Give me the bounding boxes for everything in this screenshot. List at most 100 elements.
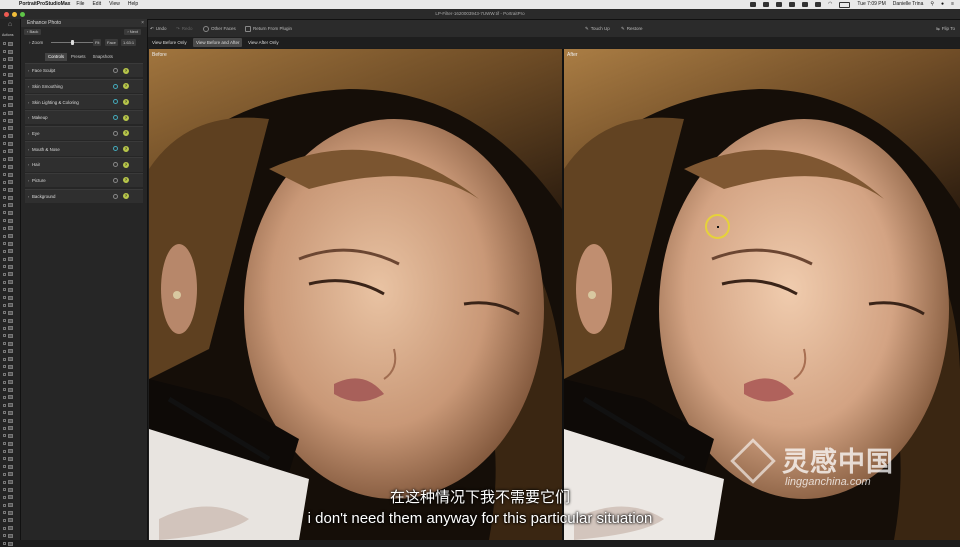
checkbox[interactable] [3,203,6,207]
action-row[interactable] [3,440,18,448]
checkbox[interactable] [3,342,6,346]
action-row[interactable] [3,71,18,79]
reset-icon[interactable] [113,68,118,73]
redo-button[interactable]: ↷ Redo [176,20,193,37]
action-row[interactable] [3,263,18,271]
tab-view-before-and-after[interactable]: View Before and After [193,38,243,47]
help-icon[interactable]: ? [123,67,129,74]
checkbox[interactable] [3,372,6,376]
checkbox[interactable] [3,296,6,300]
action-row[interactable] [3,132,18,140]
checkbox[interactable] [3,319,6,323]
touch-up-button[interactable]: ✎ Touch Up [585,20,610,37]
action-row[interactable] [3,309,18,317]
status-icon[interactable] [788,2,795,7]
checkbox[interactable] [3,480,6,484]
section-hair[interactable]: › Hair? [25,157,143,172]
status-icon[interactable] [775,2,782,7]
action-row[interactable] [3,225,18,233]
checkbox[interactable] [3,403,6,407]
checkbox[interactable] [3,157,6,161]
menu-file[interactable]: File [76,0,84,9]
clock[interactable]: Tue 7:09 PM [857,0,885,9]
checkbox[interactable] [3,326,6,330]
action-row[interactable] [3,163,18,171]
checkbox[interactable] [3,234,6,238]
zoom-slider-handle[interactable] [71,40,74,45]
action-row[interactable] [3,140,18,148]
section-face-sculpt[interactable]: › Face Sculpt? [25,63,143,78]
checkbox[interactable] [3,188,6,192]
close-panel-icon[interactable]: × [141,19,144,27]
checkbox[interactable] [3,357,6,361]
action-row[interactable] [3,117,18,125]
checkbox[interactable] [3,226,6,230]
checkbox[interactable] [3,111,6,115]
checkbox[interactable] [3,449,6,453]
action-row[interactable] [3,94,18,102]
action-row[interactable] [3,232,18,240]
reset-icon[interactable] [113,177,118,183]
help-icon[interactable]: ? [123,145,129,152]
tab-presets[interactable]: Presets [68,53,89,61]
checkbox[interactable] [3,457,6,461]
section-skin-smoothing[interactable]: › Skin Smoothing? [25,78,143,94]
action-row[interactable] [3,148,18,156]
action-row[interactable] [3,48,18,56]
checkbox[interactable] [3,334,6,338]
checkbox[interactable] [3,119,6,123]
action-row[interactable] [3,348,18,356]
action-row[interactable] [3,378,18,386]
reset-icon[interactable] [113,193,118,199]
tab-snapshots[interactable]: Snapshots [90,53,116,61]
action-row[interactable] [3,455,18,463]
action-row[interactable] [3,63,18,71]
action-row[interactable] [3,155,18,163]
action-row[interactable] [3,355,18,363]
status-icon[interactable] [801,2,808,7]
checkbox[interactable] [3,80,6,84]
action-row[interactable] [3,540,18,547]
action-row[interactable] [3,240,18,248]
help-icon[interactable]: ? [123,98,129,105]
back-button[interactable]: ‹ Back [24,29,42,35]
help-icon[interactable]: ? [123,177,129,184]
checkbox[interactable] [3,50,6,54]
tab-controls[interactable]: Controls [45,53,68,61]
section-makeup[interactable]: › Makeup? [25,110,143,125]
action-row[interactable] [3,125,18,133]
checkbox[interactable] [3,134,6,138]
action-row[interactable] [3,324,18,332]
action-row[interactable] [3,401,18,409]
menu-help[interactable]: Help [128,0,138,9]
user-name[interactable]: Danielle Trina [893,0,924,9]
home-icon[interactable]: ⌂ [6,21,14,28]
tab-view-after-only[interactable]: View After Only [245,38,282,47]
action-row[interactable] [3,109,18,117]
section-mouth-nose[interactable]: › Mouth & Nose? [25,141,143,156]
action-row[interactable] [3,424,18,432]
checkbox[interactable] [3,57,6,61]
other-faces-button[interactable]: Other Faces [203,20,236,37]
app-menu[interactable]: PortraitProStudioMax [19,0,70,9]
checkbox[interactable] [3,419,6,423]
action-row[interactable] [3,55,18,63]
return-from-plugin-button[interactable]: Return From Plugin [245,20,292,37]
restore-button[interactable]: ✎ Restore [621,20,643,37]
checkbox[interactable] [3,380,6,384]
action-row[interactable] [3,394,18,402]
action-row[interactable] [3,255,18,263]
zoom-value[interactable]: 1.63:1 [121,39,137,46]
checkbox[interactable] [3,211,6,215]
zoom-fit-button[interactable]: Fit [93,39,102,46]
section-picture[interactable]: › Picture? [25,172,143,188]
action-row[interactable] [3,386,18,394]
checkbox[interactable] [3,142,6,146]
action-row[interactable] [3,248,18,256]
help-icon[interactable]: ? [123,83,129,90]
help-icon[interactable]: ? [123,114,129,121]
checkbox[interactable] [3,349,6,353]
checkbox[interactable] [3,472,6,476]
action-row[interactable] [3,209,18,217]
status-icon[interactable] [749,2,756,7]
